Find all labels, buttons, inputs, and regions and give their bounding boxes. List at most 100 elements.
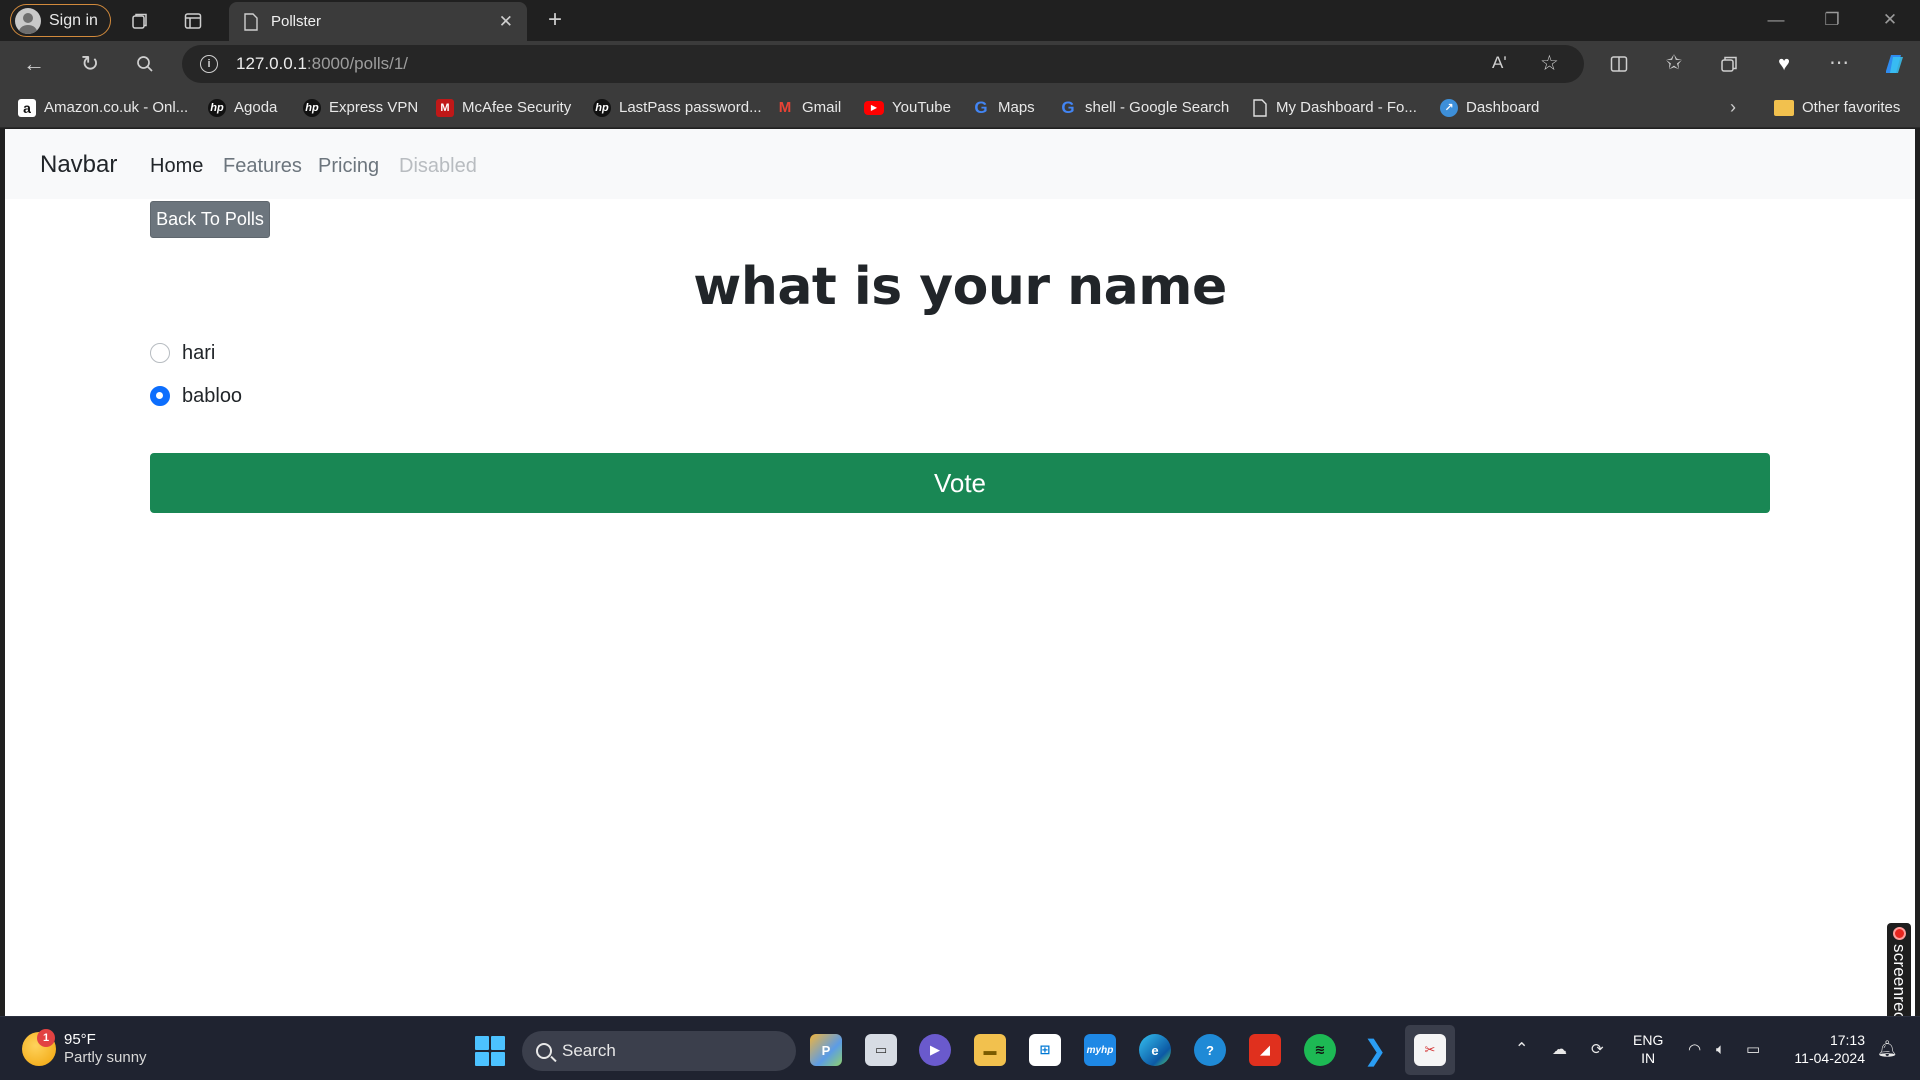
lang-line1: ENG xyxy=(1633,1032,1664,1048)
bookmark-maps[interactable]: G Maps xyxy=(972,87,1034,128)
help-icon[interactable]: ? xyxy=(1194,1034,1226,1066)
browser-tab-bar: Sign in Pollster ✕ + — ❐ ✕ xyxy=(0,0,1920,41)
tab-title: Pollster xyxy=(271,13,322,30)
favorite-star-icon[interactable]: ☆ xyxy=(1540,51,1559,76)
back-to-polls-button[interactable]: Back To Polls xyxy=(150,201,270,238)
input-language[interactable]: ENG IN xyxy=(1633,1031,1663,1067)
split-screen-icon[interactable] xyxy=(1607,53,1631,75)
back-arrow-icon[interactable]: ← xyxy=(22,53,46,75)
tab-pollster[interactable]: Pollster ✕ xyxy=(229,2,527,41)
bookmark-youtube[interactable]: ▶ YouTube xyxy=(864,87,951,128)
rss-reader-icon[interactable]: ◢ xyxy=(1249,1034,1281,1066)
folder-icon xyxy=(1774,99,1794,116)
nav-link-features[interactable]: Features xyxy=(223,155,302,178)
google-icon: G xyxy=(974,97,988,117)
lang-line2: IN xyxy=(1641,1050,1656,1066)
other-favorites-folder[interactable]: Other favorites xyxy=(1774,87,1900,128)
bookmark-shell-google-search[interactable]: G shell - Google Search xyxy=(1059,87,1229,128)
edge-icon[interactable]: e xyxy=(1139,1034,1171,1066)
onedrive-icon[interactable]: ☁ xyxy=(1552,1017,1567,1080)
more-options-icon[interactable]: ⋯ xyxy=(1827,51,1851,75)
hp-icon: hp xyxy=(593,98,611,117)
microsoft-store-icon[interactable]: ⊞ xyxy=(1029,1034,1061,1066)
refresh-icon[interactable]: ↻ xyxy=(78,52,102,76)
bookmark-dashboard[interactable]: ↗ Dashboard xyxy=(1440,87,1539,128)
bookmark-my-dashboard[interactable]: My Dashboard - Fo... xyxy=(1252,87,1417,128)
system-clock[interactable]: 17:13 11-04-2024 xyxy=(1785,1031,1865,1067)
task-view-icon[interactable]: ▭ xyxy=(865,1034,897,1066)
bookmark-label: Express VPN xyxy=(329,99,419,116)
page-icon xyxy=(1253,98,1267,117)
hp-icon: hp xyxy=(208,98,226,117)
read-aloud-icon[interactable]: Aʹ xyxy=(1492,53,1507,73)
sign-in-button[interactable]: Sign in xyxy=(10,4,111,37)
search-icon[interactable] xyxy=(133,53,157,75)
weather-badge: 1 xyxy=(37,1029,55,1047)
bookmark-lastpass[interactable]: hp LastPass password... xyxy=(593,87,762,128)
volume-icon[interactable]: 🔈︎ xyxy=(1716,1017,1725,1080)
bookmark-label: Gmail xyxy=(802,99,842,116)
file-explorer-icon[interactable]: ▬ xyxy=(974,1034,1006,1066)
navbar-brand[interactable]: Navbar xyxy=(40,151,117,179)
clock-time: 17:13 xyxy=(1829,1032,1865,1048)
clock-date: 11-04-2024 xyxy=(1794,1050,1865,1066)
search-icon xyxy=(536,1043,552,1059)
vertical-tabs-icon[interactable] xyxy=(181,10,205,32)
mcafee-icon: M xyxy=(436,98,454,117)
battery-icon[interactable]: ▭ xyxy=(1746,1017,1760,1080)
bookmark-agoda[interactable]: hp Agoda xyxy=(208,87,277,128)
workspaces-icon[interactable] xyxy=(128,10,152,32)
spotify-icon[interactable]: ≋ xyxy=(1304,1034,1336,1066)
browser-essentials-heart-icon[interactable]: ♥ xyxy=(1772,52,1796,76)
sync-icon[interactable]: ⟳ xyxy=(1591,1017,1604,1080)
bookmarks-overflow-chevron-icon[interactable]: › xyxy=(1730,87,1736,128)
close-tab-icon[interactable]: ✕ xyxy=(499,12,513,32)
collections-icon[interactable] xyxy=(1717,53,1741,75)
favorites-icon[interactable]: ✩ xyxy=(1662,51,1686,75)
teams-meet-icon[interactable]: ▶ xyxy=(919,1034,951,1066)
record-dot-icon xyxy=(1892,927,1906,940)
google-icon: G xyxy=(1061,97,1075,117)
tray-chevron-up-icon[interactable]: ⌃ xyxy=(1515,1017,1528,1080)
other-favorites-label: Other favorites xyxy=(1802,99,1901,116)
bookmark-express-vpn[interactable]: hp Express VPN xyxy=(303,87,418,128)
poll-question: what is your name xyxy=(693,257,1227,317)
copilot-pre-icon[interactable]: P xyxy=(810,1034,842,1066)
wifi-icon[interactable]: ◠ xyxy=(1688,1017,1701,1080)
weather-widget[interactable]: 1 95°F Partly sunny xyxy=(22,1029,147,1067)
bookmark-mcafee[interactable]: M McAfee Security xyxy=(436,87,571,128)
url-field[interactable]: i 127.0.0.1:8000/polls/1/ Aʹ ☆ xyxy=(182,45,1584,83)
profile-avatar-icon xyxy=(15,7,41,34)
new-tab-icon[interactable]: + xyxy=(543,8,567,32)
nav-link-disabled: Disabled xyxy=(399,155,477,177)
bookmark-label: LastPass password... xyxy=(619,99,762,116)
bookmark-label: McAfee Security xyxy=(462,99,572,116)
snipping-tool-icon[interactable]: ✂ xyxy=(1414,1034,1446,1066)
taskbar-search-label: Search xyxy=(562,1041,616,1060)
copilot-icon[interactable] xyxy=(1880,50,1908,78)
gmail-icon: M xyxy=(778,99,792,116)
nav-link-pricing[interactable]: Pricing xyxy=(318,155,379,178)
bookmark-gmail[interactable]: M Gmail xyxy=(776,87,841,128)
myhp-icon[interactable]: myhp xyxy=(1084,1034,1116,1066)
weather-temp: 95°F xyxy=(64,1031,96,1048)
nav-link-home[interactable]: Home xyxy=(150,155,203,178)
site-info-icon[interactable]: i xyxy=(200,55,218,73)
vote-button[interactable]: Vote xyxy=(150,453,1770,513)
address-toolbar: ← ↻ i 127.0.0.1:8000/polls/1/ Aʹ ☆ ✩ ♥ ⋯ xyxy=(0,41,1920,87)
vscode-icon[interactable]: ❯ xyxy=(1359,1034,1391,1066)
choice-radio[interactable] xyxy=(150,343,170,363)
choice-radio-selected[interactable] xyxy=(150,386,170,406)
bookmarks-bar: a Amazon.co.uk - Onl... hp Agoda hp Expr… xyxy=(0,87,1920,128)
bookmark-label: My Dashboard - Fo... xyxy=(1276,99,1417,116)
windows-start-icon[interactable] xyxy=(475,1036,505,1066)
choice-hari[interactable]: hari xyxy=(150,339,215,367)
bookmark-amazon[interactable]: a Amazon.co.uk - Onl... xyxy=(18,87,188,128)
choice-babloo[interactable]: babloo xyxy=(150,382,242,410)
taskbar-search[interactable]: Search xyxy=(522,1031,796,1071)
close-window-icon[interactable]: ✕ xyxy=(1862,0,1918,40)
restore-icon[interactable]: ❐ xyxy=(1804,0,1860,40)
notifications-bell-icon[interactable]: 🔔︎ xyxy=(1877,1017,1897,1080)
youtube-icon: ▶ xyxy=(864,100,884,115)
minimize-icon[interactable]: — xyxy=(1748,0,1804,40)
